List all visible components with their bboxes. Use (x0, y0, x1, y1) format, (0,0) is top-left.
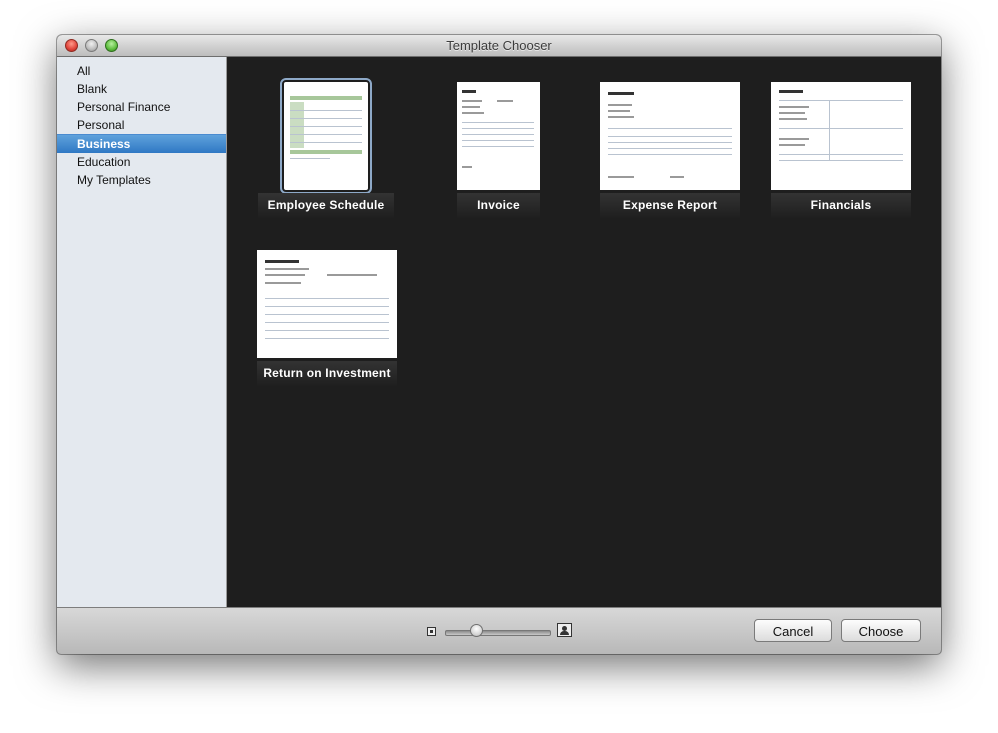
small-thumbnail-icon[interactable] (427, 627, 436, 636)
bottom-toolbar: Cancel Choose (57, 607, 941, 654)
financials-label: Financials (771, 193, 911, 219)
choose-button[interactable]: Choose (841, 619, 921, 642)
sidebar-item-personal[interactable]: Personal (57, 116, 226, 134)
expense-report-thumbnail[interactable] (600, 82, 740, 190)
title-bar[interactable]: Template Chooser (57, 35, 941, 57)
sidebar-item-education[interactable]: Education (57, 153, 226, 171)
large-thumbnail-icon[interactable] (557, 623, 572, 637)
return-on-investment-thumbnail[interactable] (257, 250, 397, 358)
sidebar-item-all[interactable]: All (57, 62, 226, 80)
employee-schedule-label: Employee Schedule (258, 193, 394, 219)
thumbnail-size-slider-knob[interactable] (470, 624, 483, 637)
return-on-investment-label: Return on Investment (257, 361, 397, 387)
invoice-thumbnail[interactable] (457, 82, 540, 190)
template-chooser-window: Template Chooser All Blank Personal Fina… (57, 35, 941, 654)
sidebar-item-personal-finance[interactable]: Personal Finance (57, 98, 226, 116)
category-sidebar: All Blank Personal Finance Personal Busi… (57, 57, 227, 607)
sidebar-item-my-templates[interactable]: My Templates (57, 171, 226, 189)
window-title: Template Chooser (446, 38, 552, 53)
thumbnail-size-slider[interactable] (445, 630, 551, 636)
employee-schedule-thumbnail[interactable] (280, 78, 372, 194)
financials-thumbnail[interactable] (771, 82, 911, 190)
cancel-button[interactable]: Cancel (754, 619, 832, 642)
invoice-label: Invoice (457, 193, 540, 219)
template-grid: Employee Schedule Invoice Expense Report… (228, 57, 941, 607)
sidebar-item-business[interactable]: Business (57, 134, 226, 153)
sidebar-item-blank[interactable]: Blank (57, 80, 226, 98)
expense-report-label: Expense Report (600, 193, 740, 219)
